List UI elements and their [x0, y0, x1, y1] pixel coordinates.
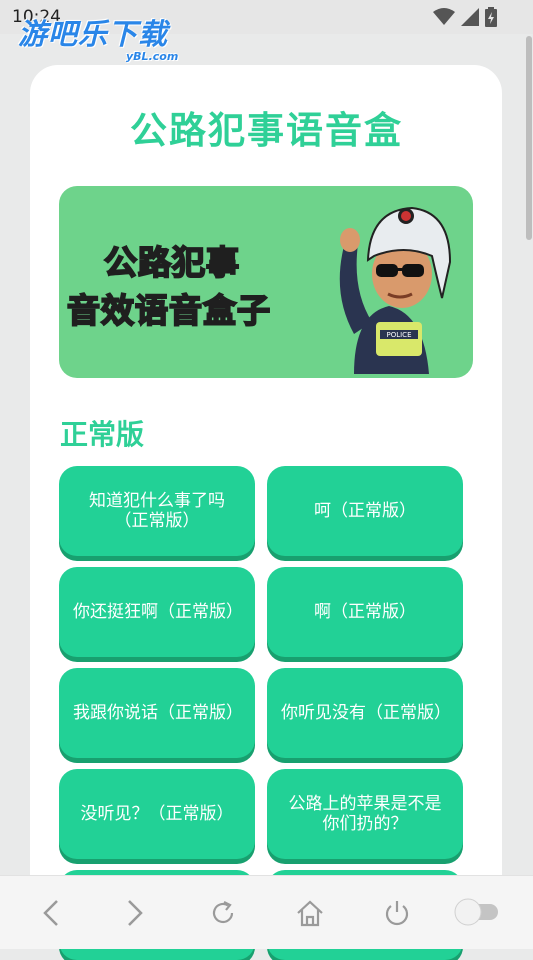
toggle-switch-icon[interactable]	[452, 896, 500, 928]
status-icons	[433, 7, 497, 27]
sound-button[interactable]: 你还挺狂啊（正常版）	[59, 567, 255, 657]
police-officer-illustration: POLICE	[339, 206, 452, 374]
signal-icon	[461, 8, 479, 26]
refresh-icon[interactable]	[208, 898, 238, 928]
section-title: 正常版	[60, 418, 145, 451]
sound-button[interactable]: 我跟你说话（正常版）	[59, 668, 255, 758]
home-icon[interactable]	[295, 898, 325, 928]
wifi-icon	[433, 8, 455, 25]
sound-button[interactable]: 知道犯什么事了吗（正常版）	[59, 466, 255, 556]
sound-button[interactable]: 没听见？（正常版）	[59, 769, 255, 859]
forward-arrow-icon[interactable]	[124, 898, 146, 928]
banner-line-2: 音效语音盒子	[66, 290, 271, 331]
svg-text:POLICE: POLICE	[386, 331, 411, 339]
sound-button[interactable]: 公路上的苹果是不是你们扔的？	[267, 769, 463, 859]
sound-button[interactable]: 你听见没有（正常版）	[267, 668, 463, 758]
banner-image: 公路犯事 音效语音盒子 POLICE	[59, 186, 473, 378]
back-arrow-icon[interactable]	[40, 898, 62, 928]
sound-button[interactable]: 啊（正常版）	[267, 567, 463, 657]
banner-line-1: 公路犯事	[103, 242, 240, 283]
page-title: 公路犯事语音盒	[130, 109, 403, 152]
battery-icon	[485, 7, 497, 27]
watermark-logo: 游吧乐下载 yBL.com	[18, 17, 179, 63]
power-icon[interactable]	[382, 898, 412, 928]
sound-button[interactable]: 呵（正常版）	[267, 466, 463, 556]
browser-nav-bar	[0, 875, 533, 949]
